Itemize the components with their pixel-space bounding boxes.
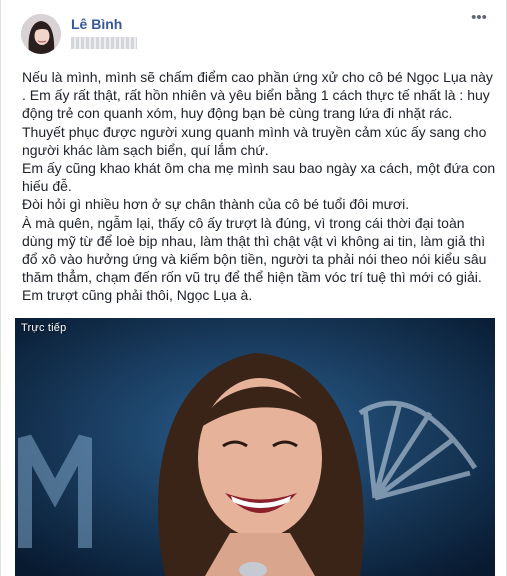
post-paragraph: Em trượt cũng phải thôi, Ngọc Lụa à. — [22, 287, 253, 304]
post-paragraph: Đòi hỏi gì nhiều hơn ở sự chân thành của… — [22, 196, 410, 213]
avatar-photo — [21, 14, 61, 54]
live-label: Trực tiếp — [21, 322, 67, 334]
post-body: Nếu là mình, mình sẽ chấm điểm cao phần … — [22, 68, 498, 305]
post-paragraph: À mà quên, ngẫm lại, thấy cô ấy trượt là… — [22, 214, 487, 286]
more-horizontal-icon[interactable]: ••• — [467, 10, 491, 30]
avatar[interactable] — [21, 14, 61, 54]
post-video[interactable]: Trực tiếp — [15, 318, 495, 576]
post-header: Lê Bình ••• — [13, 10, 493, 56]
post-meta-blurred — [71, 37, 137, 49]
video-frame — [15, 318, 495, 576]
post-paragraph: Nếu là mình, mình sẽ chấm điểm cao phần … — [22, 69, 493, 158]
author-name[interactable]: Lê Bình — [71, 16, 122, 32]
post-paragraph: Em ấy cũng khao khát ôm cha mẹ mình sau … — [22, 160, 496, 195]
facebook-post: Lê Bình ••• Nếu là mình, mình sẽ chấm đi… — [0, 0, 507, 576]
